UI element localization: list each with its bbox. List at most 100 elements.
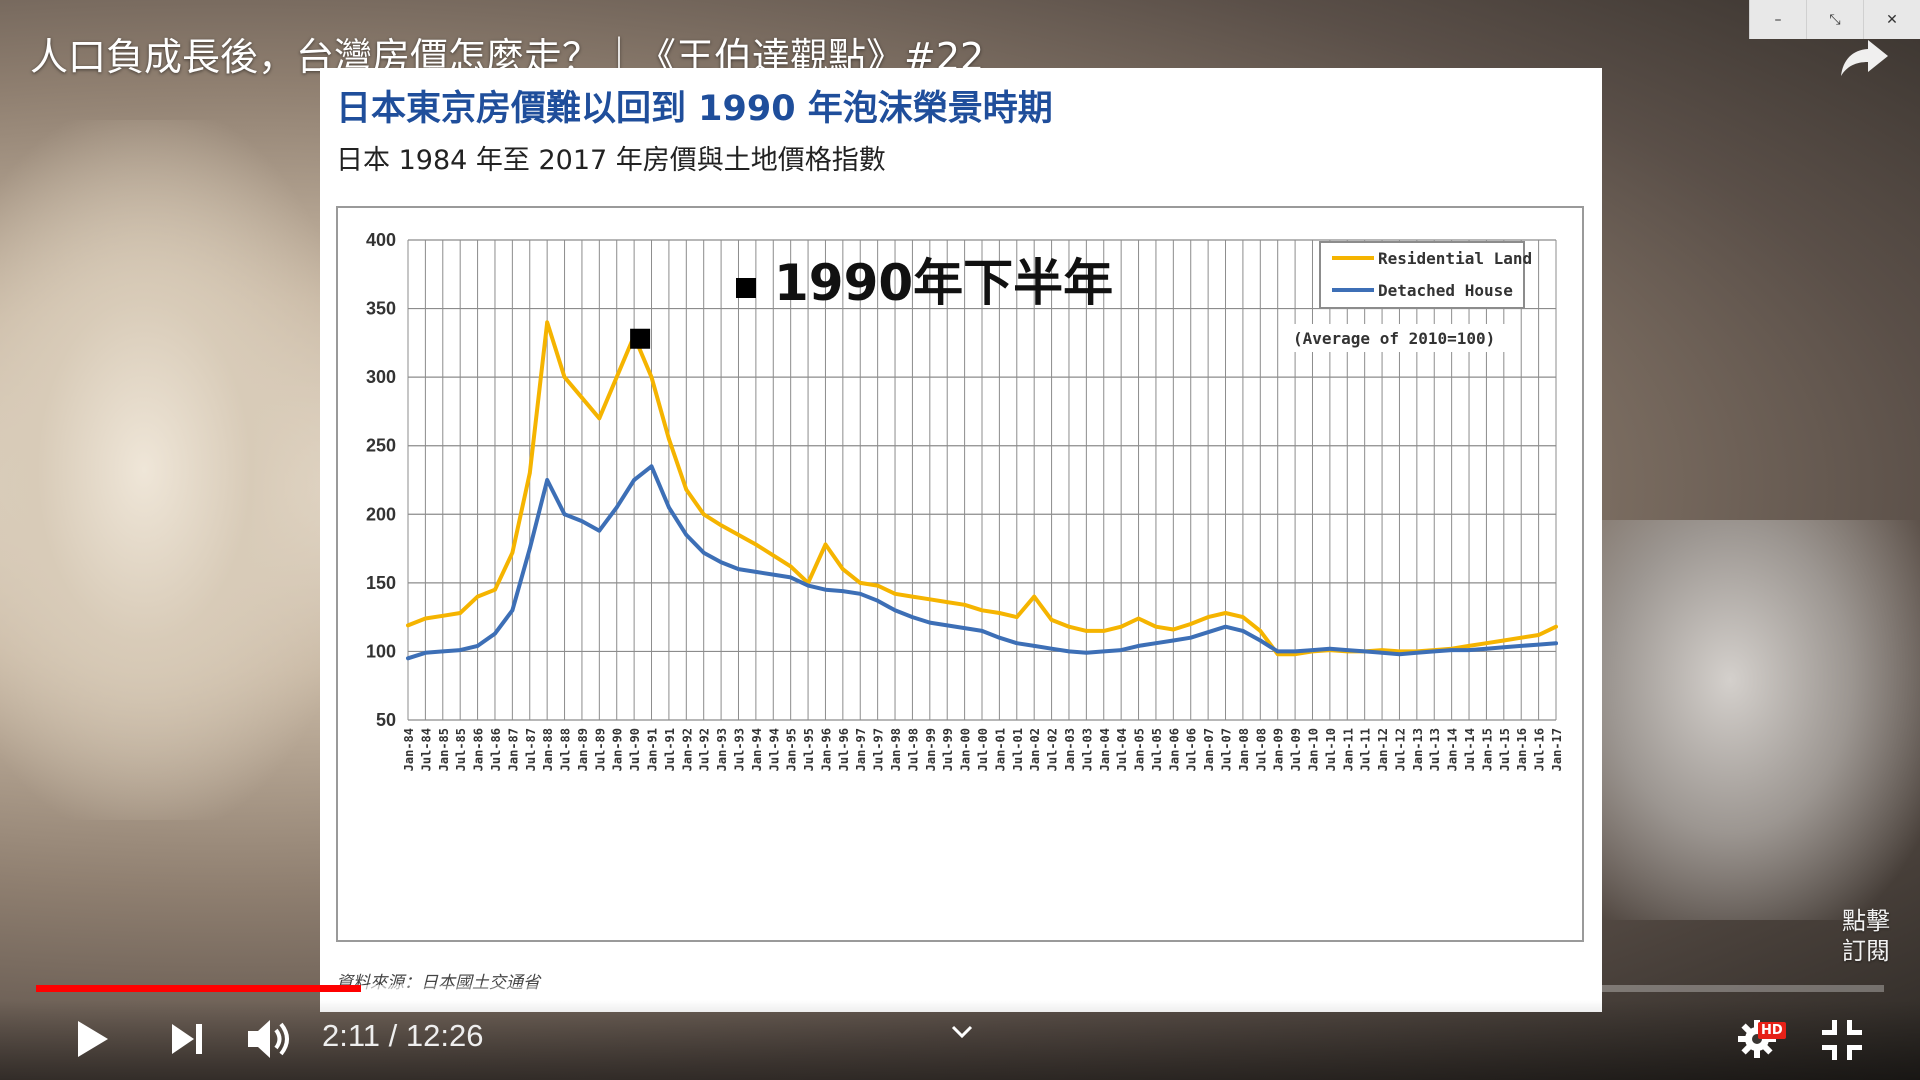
- x-tick-label: Jul-90: [628, 728, 642, 771]
- data-point: [475, 644, 480, 648]
- annotation-text: 1990年下半年: [774, 254, 1113, 312]
- data-point: [858, 592, 863, 596]
- exit-fullscreen-icon[interactable]: [1820, 1018, 1864, 1062]
- data-point: [997, 635, 1002, 640]
- data-point: [1014, 641, 1019, 645]
- play-icon[interactable]: [72, 1018, 112, 1060]
- data-point: [1467, 648, 1471, 652]
- data-point: [1275, 649, 1280, 654]
- data-point: [580, 519, 584, 523]
- y-tick-label: 150: [366, 573, 396, 593]
- data-point: [1467, 644, 1471, 648]
- data-point: [962, 603, 967, 607]
- chevron-down-icon[interactable]: [950, 1024, 974, 1040]
- data-point: [1084, 629, 1089, 633]
- x-tick-label: Jul-06: [1185, 728, 1199, 771]
- y-tick-label: 50: [376, 710, 396, 730]
- data-point: [406, 656, 410, 661]
- data-point: [1519, 635, 1524, 640]
- x-tick-label: Jan-98: [889, 728, 903, 771]
- data-point: [1032, 644, 1036, 648]
- x-tick-label: Jan-14: [1446, 728, 1460, 771]
- data-point: [1154, 641, 1158, 645]
- data-point: [1502, 638, 1506, 643]
- data-point: [458, 648, 462, 652]
- data-point: [1449, 648, 1454, 652]
- data-point: [649, 375, 654, 379]
- subscribe-watermark[interactable]: 點擊 訂閱: [1842, 906, 1890, 966]
- x-tick-label: Jul-85: [454, 728, 468, 771]
- data-point: [684, 487, 689, 492]
- data-point: [1206, 630, 1210, 635]
- data-point: [1223, 624, 1228, 629]
- y-tick-label: 250: [366, 436, 396, 456]
- x-tick-label: Jan-12: [1376, 728, 1390, 771]
- data-point: [597, 528, 602, 533]
- x-tick-label: Jan-86: [472, 728, 486, 771]
- x-tick-label: Jul-09: [1289, 728, 1303, 771]
- y-tick-label: 300: [366, 367, 396, 387]
- data-point: [1171, 638, 1176, 643]
- data-point: [1380, 651, 1384, 655]
- x-tick-label: Jul-15: [1498, 728, 1512, 771]
- data-point: [1188, 635, 1193, 640]
- x-tick-label: Jan-00: [959, 728, 973, 771]
- data-point: [1154, 624, 1158, 629]
- data-point: [875, 598, 880, 603]
- data-point: [736, 533, 741, 537]
- data-point: [1014, 615, 1019, 619]
- x-tick-label: Jan-15: [1480, 728, 1494, 771]
- share-icon[interactable]: [1838, 36, 1890, 80]
- x-tick-label: Jul-05: [1150, 728, 1164, 771]
- legend-label: Residential Land: [1378, 249, 1532, 268]
- data-point: [858, 581, 863, 585]
- data-point: [1519, 644, 1524, 648]
- next-icon[interactable]: [168, 1020, 206, 1058]
- x-tick-label: Jan-16: [1515, 728, 1529, 771]
- x-tick-label: Jan-97: [854, 728, 868, 771]
- data-point: [928, 620, 932, 625]
- x-tick-label: Jan-06: [1167, 728, 1181, 771]
- data-point: [649, 464, 654, 469]
- data-point: [1119, 624, 1123, 629]
- y-tick-label: 350: [366, 299, 396, 319]
- x-tick-label: Jul-97: [872, 728, 886, 771]
- data-point: [545, 478, 549, 482]
- presentation-slide: 日本東京房價難以回到 1990 年泡沫榮景時期 日本 1984 年至 2017 …: [320, 68, 1602, 1012]
- x-tick-label: Jul-95: [802, 728, 816, 771]
- x-tick-label: Jul-14: [1463, 728, 1477, 771]
- data-point: [632, 478, 636, 482]
- x-tick-label: Jul-07: [1220, 728, 1234, 771]
- data-point: [1206, 615, 1210, 619]
- progress-bar[interactable]: [36, 985, 1884, 992]
- data-point: [475, 594, 480, 599]
- data-point: [1328, 646, 1332, 651]
- x-tick-label: Jul-00: [976, 728, 990, 771]
- data-point: [841, 589, 845, 593]
- x-tick-label: Jan-90: [611, 728, 625, 771]
- data-point: [980, 629, 984, 633]
- data-point: [771, 572, 776, 577]
- x-tick-label: Jan-95: [785, 728, 799, 771]
- volume-icon[interactable]: [244, 1016, 296, 1062]
- data-point: [1258, 629, 1263, 633]
- x-tick-label: Jul-10: [1324, 728, 1338, 771]
- data-point: [736, 567, 741, 571]
- data-point: [1101, 649, 1106, 654]
- background-blur-left: [0, 120, 360, 820]
- data-point: [1415, 651, 1419, 655]
- x-tick-label: Jan-09: [1272, 728, 1286, 771]
- data-point: [1258, 638, 1263, 643]
- data-point: [910, 594, 915, 599]
- minimize-button[interactable]: –: [1749, 0, 1806, 39]
- data-point: [980, 608, 984, 613]
- close-button[interactable]: ✕: [1863, 0, 1920, 39]
- data-point: [1188, 622, 1193, 626]
- restore-button[interactable]: ⤡: [1806, 0, 1863, 39]
- data-point: [719, 523, 723, 528]
- data-point: [788, 564, 793, 569]
- data-point: [1241, 629, 1245, 633]
- x-tick-label: Jul-04: [1115, 728, 1129, 771]
- data-point: [440, 649, 445, 654]
- line-chart: 50 100 150 200 250 300 350 400 Jan-84 Jul-84 Jan-8…: [366, 230, 1564, 771]
